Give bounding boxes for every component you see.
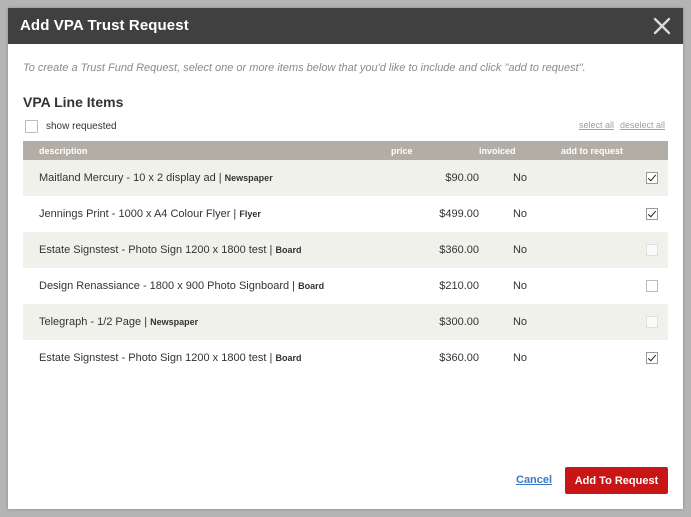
- item-description: Jennings Print - 1000 x A4 Colour Flyer: [39, 208, 231, 220]
- cancel-link[interactable]: Cancel: [516, 474, 552, 486]
- add-to-request-checkbox[interactable]: [646, 208, 658, 221]
- item-price: $360.00: [391, 232, 479, 268]
- item-type: Board: [298, 281, 325, 291]
- table-row: Telegraph - 1/2 Page | Newspaper $300.00…: [23, 304, 668, 340]
- add-to-request-checkbox[interactable]: [646, 172, 658, 185]
- item-invoiced: No: [479, 160, 561, 196]
- section-heading: VPA Line Items: [23, 94, 124, 110]
- select-all-link[interactable]: select all: [579, 120, 614, 130]
- table-row: Jennings Print - 1000 x A4 Colour Flyer …: [23, 196, 668, 232]
- item-type: Newspaper: [224, 173, 273, 183]
- add-to-request-checkbox: [646, 316, 658, 329]
- show-requested-checkbox[interactable]: [25, 119, 38, 133]
- column-header-add-to-request: add to request: [561, 141, 668, 160]
- close-button[interactable]: [651, 15, 673, 37]
- item-invoiced: No: [479, 340, 561, 376]
- row-description: Design Renassiance - 1800 x 900 Photo Si…: [23, 268, 391, 304]
- item-description: Design Renassiance - 1800 x 900 Photo Si…: [39, 280, 290, 292]
- item-price: $499.00: [391, 196, 479, 232]
- column-header-description: description: [23, 141, 391, 160]
- item-price: $90.00: [391, 160, 479, 196]
- add-to-request-checkbox[interactable]: [646, 352, 658, 365]
- show-requested-label: show requested: [46, 120, 117, 132]
- item-invoiced: No: [479, 196, 561, 232]
- column-header-invoiced: invoiced: [479, 141, 561, 160]
- item-description: Maitland Mercury - 10 x 2 display ad: [39, 172, 216, 184]
- item-type: Flyer: [239, 209, 261, 219]
- table-row: Estate Signstest - Photo Sign 1200 x 180…: [23, 232, 668, 268]
- item-type: Board: [275, 353, 302, 363]
- item-price: $300.00: [391, 304, 479, 340]
- item-description: Estate Signstest - Photo Sign 1200 x 180…: [39, 352, 267, 364]
- add-vpa-trust-request-modal: Add VPA Trust Request To create a Trust …: [8, 8, 683, 509]
- instructions-text: To create a Trust Fund Request, select o…: [23, 62, 586, 74]
- item-price: $210.00: [391, 268, 479, 304]
- item-invoiced: No: [479, 232, 561, 268]
- table-row: Design Renassiance - 1800 x 900 Photo Si…: [23, 268, 668, 304]
- add-to-request-cell: [561, 340, 668, 376]
- show-requested-toggle[interactable]: show requested: [25, 119, 117, 133]
- add-to-request-cell: [561, 268, 668, 304]
- table-row: Estate Signstest - Photo Sign 1200 x 180…: [23, 340, 668, 376]
- item-type: Newspaper: [150, 317, 199, 327]
- item-invoiced: No: [479, 268, 561, 304]
- row-description: Jennings Print - 1000 x A4 Colour Flyer …: [23, 196, 391, 232]
- row-description: Estate Signstest - Photo Sign 1200 x 180…: [23, 232, 391, 268]
- modal-title: Add VPA Trust Request: [20, 17, 189, 34]
- column-header-price: price: [391, 141, 479, 160]
- deselect-all-link[interactable]: deselect all: [620, 120, 665, 130]
- add-to-request-button[interactable]: Add To Request: [565, 467, 668, 494]
- add-to-request-cell: [561, 196, 668, 232]
- table-header-row: description price invoiced add to reques…: [23, 141, 668, 160]
- modal-header: Add VPA Trust Request: [8, 8, 683, 44]
- item-invoiced: No: [479, 304, 561, 340]
- item-type: Board: [275, 245, 302, 255]
- add-to-request-cell: [561, 232, 668, 268]
- row-description: Telegraph - 1/2 Page | Newspaper: [23, 304, 391, 340]
- item-price: $360.00: [391, 340, 479, 376]
- table-row: Maitland Mercury - 10 x 2 display ad | N…: [23, 160, 668, 196]
- row-description: Maitland Mercury - 10 x 2 display ad | N…: [23, 160, 391, 196]
- item-description: Estate Signstest - Photo Sign 1200 x 180…: [39, 244, 267, 256]
- add-to-request-checkbox: [646, 244, 658, 257]
- item-description: Telegraph - 1/2 Page: [39, 316, 142, 328]
- close-icon: [653, 17, 671, 35]
- selection-links: select all deselect all: [579, 120, 665, 130]
- add-to-request-cell: [561, 160, 668, 196]
- row-description: Estate Signstest - Photo Sign 1200 x 180…: [23, 340, 391, 376]
- line-items-table: description price invoiced add to reques…: [23, 141, 668, 376]
- add-to-request-checkbox[interactable]: [646, 280, 658, 293]
- add-to-request-cell: [561, 304, 668, 340]
